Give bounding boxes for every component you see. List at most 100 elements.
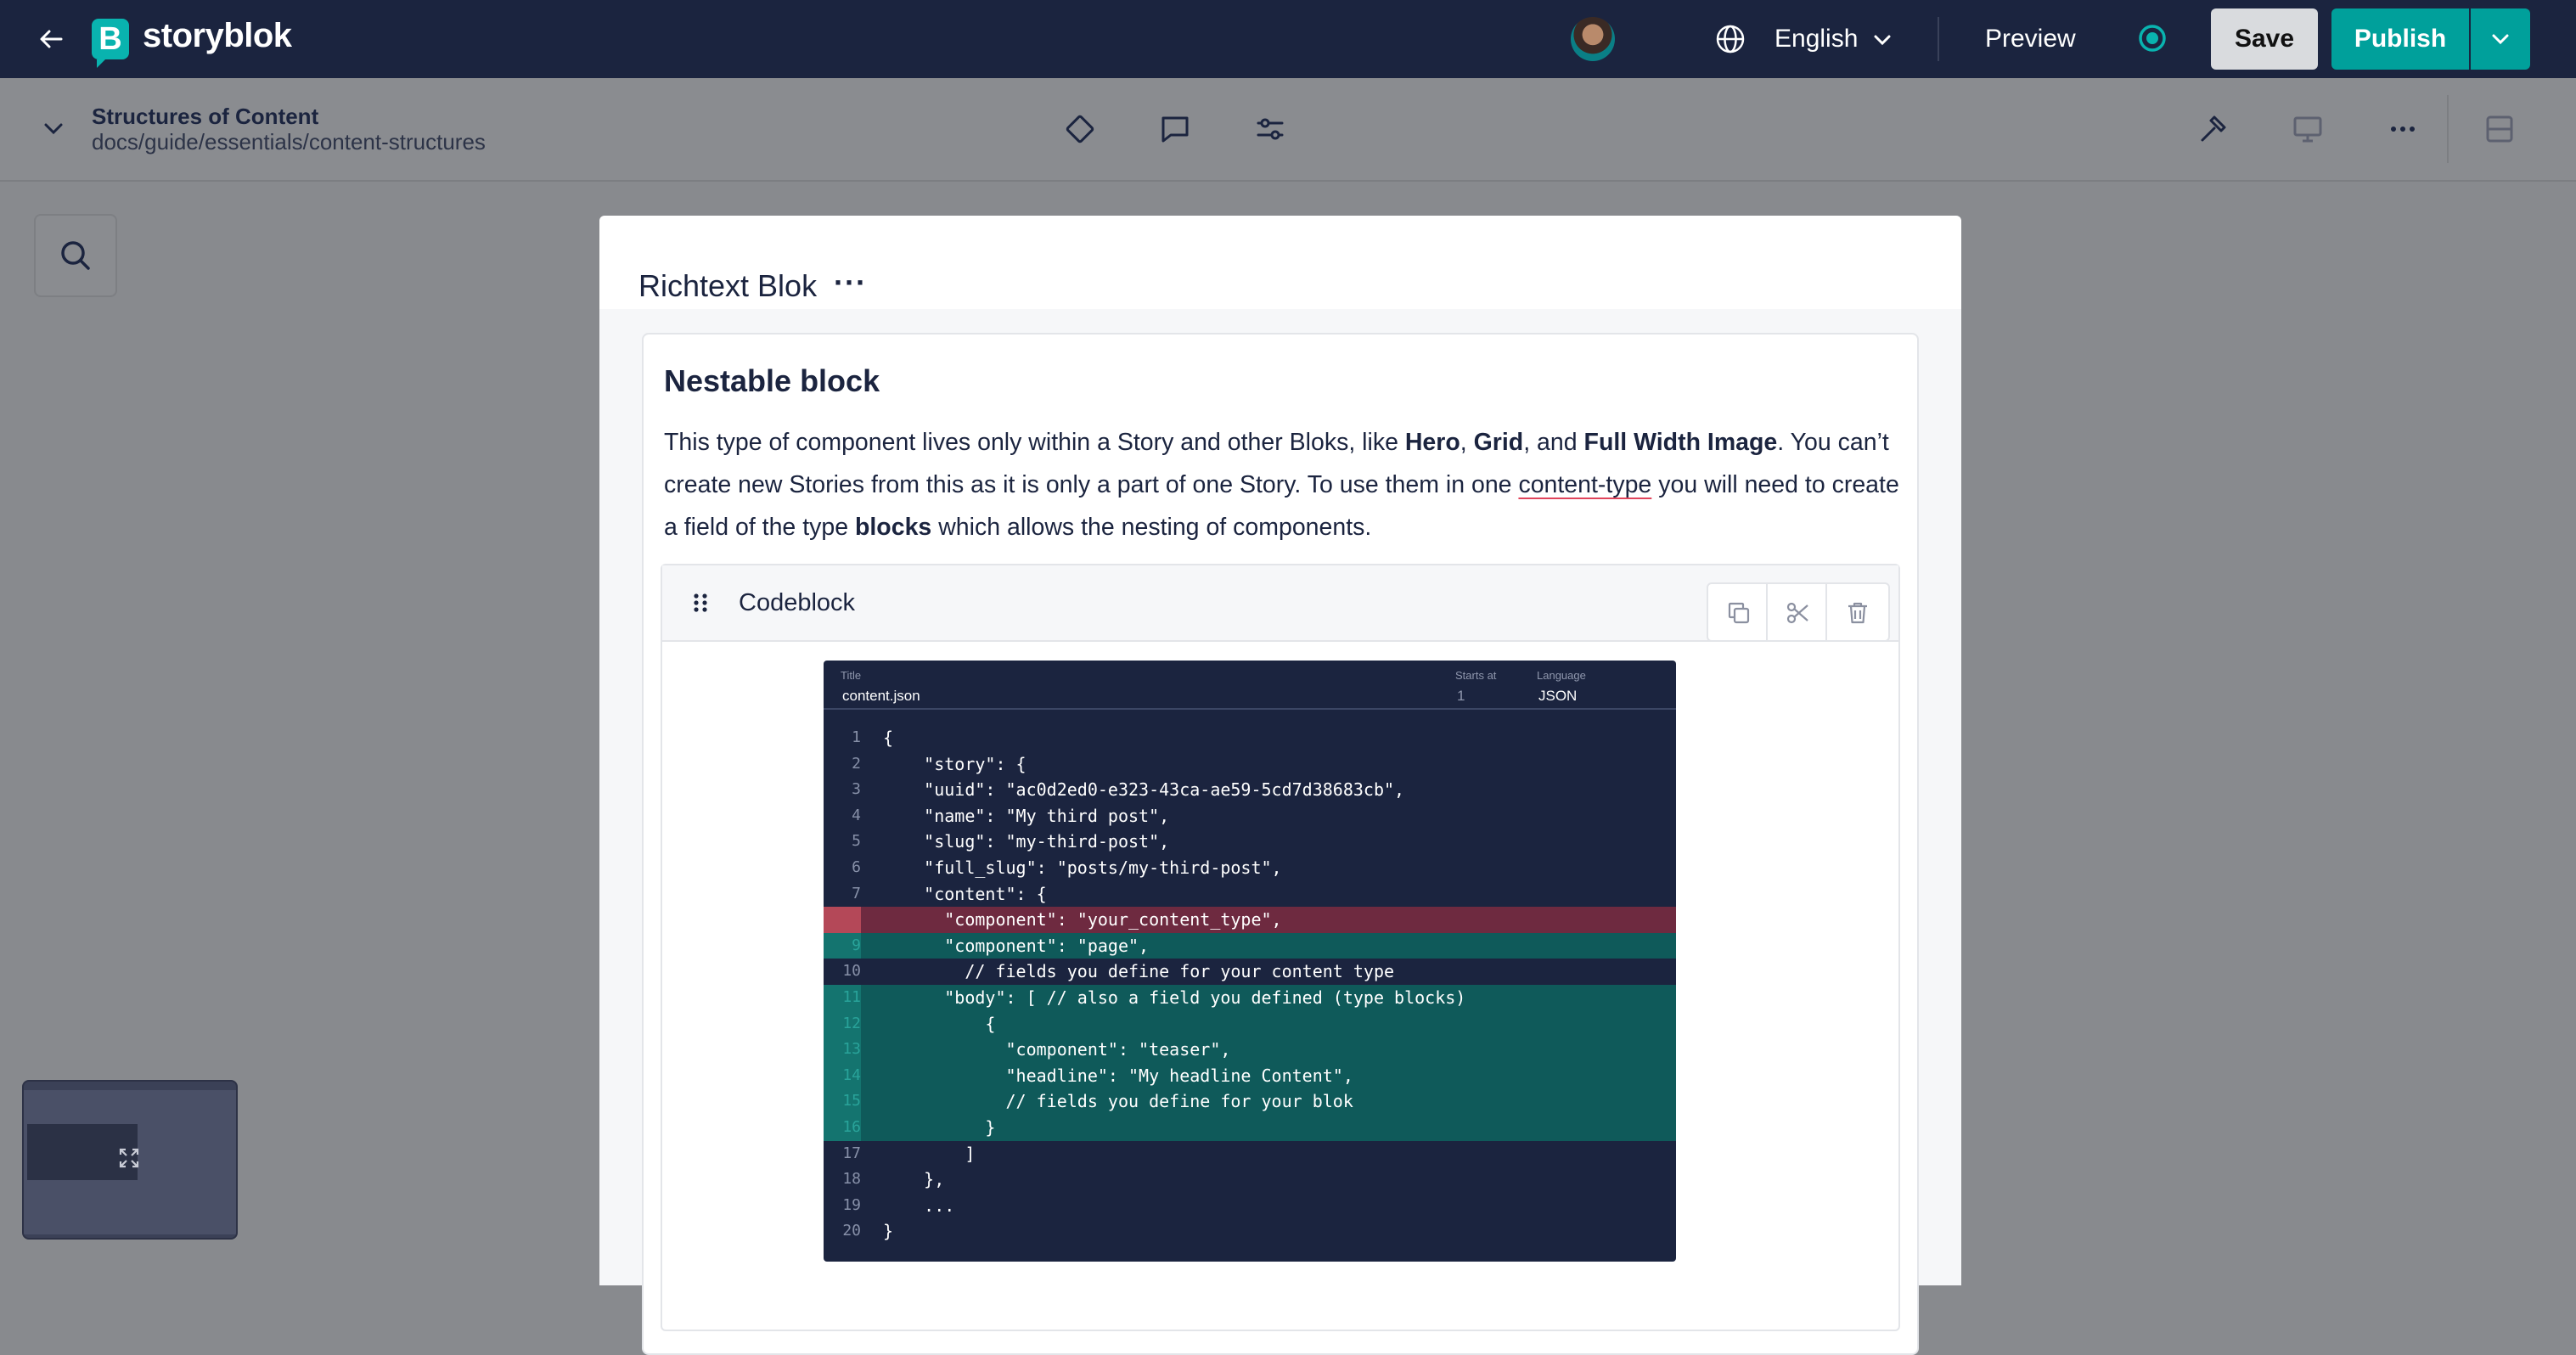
globe-icon[interactable] — [1713, 22, 1747, 56]
richtext-field[interactable]: Nestable block This type of component li… — [642, 333, 1919, 1355]
search-icon — [61, 241, 90, 270]
code-text: { — [883, 728, 894, 748]
avatar[interactable] — [1571, 17, 1615, 61]
panel-menu-button[interactable]: ··· — [834, 265, 867, 301]
drag-handle-icon[interactable] — [691, 591, 710, 615]
sliders-icon[interactable] — [1253, 112, 1287, 146]
misspelled-word: content-type — [1518, 471, 1652, 498]
code-text: // fields you define for your content ty… — [883, 961, 1395, 982]
language-select[interactable]: JSON — [1538, 688, 1577, 705]
line-number: 18 — [842, 1170, 861, 1189]
code-line[interactable]: 7 "content": { — [824, 881, 1676, 908]
save-button[interactable]: Save — [2211, 8, 2318, 70]
code-line[interactable]: 2 "story": { — [824, 751, 1676, 778]
code-line[interactable]: 14 "headline": "My headline Content", — [824, 1062, 1676, 1089]
publish-options-button[interactable] — [2471, 8, 2530, 70]
story-path: docs/guide/essentials/content-structures — [92, 129, 486, 155]
bold-text: Hero — [1404, 429, 1460, 456]
language-selector[interactable]: English — [1775, 25, 1858, 53]
code-text: "body": [ // also a field you defined (t… — [883, 987, 1466, 1008]
minimap[interactable] — [22, 1080, 238, 1240]
code-line[interactable]: 9 "component": "page", — [824, 932, 1676, 959]
text-run: which allows the nesting of components. — [931, 514, 1372, 541]
code-line[interactable]: 5 "slug": "my-third-post", — [824, 829, 1676, 855]
code-line[interactable]: 13 "component": "teaser", — [824, 1037, 1676, 1063]
title-label: Title — [841, 669, 862, 682]
starts-at-input[interactable]: 1 — [1457, 688, 1465, 705]
search-button[interactable] — [34, 214, 117, 297]
cut-button[interactable] — [1766, 584, 1827, 640]
copy-icon — [1728, 602, 1750, 624]
blok-actions — [1707, 582, 1890, 642]
code-text: "full_slug": "posts/my-third-post", — [883, 857, 1282, 878]
bold-text: Grid — [1473, 429, 1524, 456]
code-editor[interactable]: Title content.json Starts at 1 Language … — [824, 661, 1676, 1262]
codeblock-blok: Codeblock Title content.json Starts at 1… — [661, 564, 1900, 1331]
code-line[interactable]: 11 "body": [ // also a field you defined… — [824, 984, 1676, 1011]
code-text: "name": "My third post", — [883, 805, 1170, 826]
code-line[interactable]: 1{ — [824, 725, 1676, 751]
divider — [1938, 17, 1939, 61]
chevron-down-icon[interactable] — [1871, 29, 1893, 51]
richtext-heading: Nestable block — [664, 363, 880, 398]
layout-split-icon[interactable] — [2483, 112, 2517, 146]
code-text: ... — [883, 1195, 955, 1216]
storyblok-logo-icon: B — [92, 19, 129, 68]
copy-button[interactable] — [1708, 584, 1768, 640]
code-line[interactable]: 3 "uuid": "ac0d2ed0-e323-43ca-ae59-5cd7d… — [824, 777, 1676, 803]
code-line[interactable]: 16 } — [824, 1114, 1676, 1141]
language-label: Language — [1537, 669, 1586, 682]
status-circle-icon[interactable] — [2138, 24, 2167, 53]
story-title: Structures of Content — [92, 104, 319, 129]
line-number: 10 — [842, 962, 861, 981]
delete-button[interactable] — [1825, 584, 1887, 640]
line-number: 16 — [824, 1114, 861, 1141]
code-line[interactable]: 20} — [824, 1218, 1676, 1245]
code-line[interactable]: 6 "full_slug": "posts/my-third-post", — [824, 855, 1676, 881]
code-text: "uuid": "ac0d2ed0-e323-43ca-ae59-5cd7d38… — [883, 779, 1405, 801]
code-text: ] — [883, 1143, 976, 1164]
code-line[interactable]: 17 ] — [824, 1141, 1676, 1167]
code-text: } — [883, 1221, 894, 1242]
code-line[interactable]: 18 }, — [824, 1167, 1676, 1193]
code-text: "component": "teaser", — [883, 1039, 1231, 1060]
code-line[interactable]: 8 "component": "your_content_type", — [824, 907, 1676, 933]
chevron-down-icon[interactable] — [41, 115, 66, 141]
hammer-icon[interactable] — [2196, 112, 2230, 146]
code-text: "content": { — [883, 883, 1047, 904]
line-number: 19 — [842, 1195, 861, 1214]
code-line[interactable]: 12 { — [824, 1010, 1676, 1037]
line-number: 17 — [842, 1144, 861, 1162]
code-line[interactable]: 4 "name": "My third post", — [824, 803, 1676, 829]
title-input[interactable]: content.json — [842, 688, 920, 705]
line-number: 20 — [842, 1222, 861, 1240]
diamond-icon[interactable] — [1063, 112, 1097, 146]
code-line[interactable]: 19 ... — [824, 1193, 1676, 1219]
line-number: 8 — [824, 907, 861, 933]
bold-text: blocks — [854, 514, 932, 541]
code-editor-header: Title content.json Starts at 1 Language … — [824, 661, 1676, 710]
back-arrow-icon[interactable] — [34, 22, 68, 56]
desktop-icon[interactable] — [2291, 112, 2325, 146]
story-header: Structures of Content docs/guide/essenti… — [0, 78, 2576, 182]
expand-icon[interactable] — [117, 1146, 141, 1170]
code-line[interactable]: 15 // fields you define for your blok — [824, 1088, 1676, 1115]
more-horizontal-icon[interactable] — [2386, 112, 2420, 146]
code-text: "component": "page", — [883, 935, 1150, 956]
code-text: } — [883, 1116, 996, 1138]
codeblock-label: Codeblock — [739, 589, 856, 616]
code-line[interactable]: 10 // fields you define for your content… — [824, 959, 1676, 985]
publish-button[interactable]: Publish — [2331, 8, 2469, 70]
code-text: }, — [883, 1169, 945, 1190]
line-number: 14 — [824, 1062, 861, 1089]
code-text: // fields you define for your blok — [883, 1091, 1353, 1112]
richtext-paragraph: This type of component lives only within… — [664, 421, 1904, 548]
line-number: 1 — [852, 728, 861, 746]
divider — [2447, 95, 2449, 163]
comment-icon[interactable] — [1158, 112, 1192, 146]
code-text: "slug": "my-third-post", — [883, 831, 1170, 852]
preview-button[interactable]: Preview — [1985, 25, 2076, 53]
blok-editor-panel: Richtext Blok ··· Nestable block This ty… — [599, 216, 1961, 1355]
codeblock-header: Codeblock — [662, 565, 1898, 642]
panel-title: Richtext Blok — [638, 268, 818, 303]
